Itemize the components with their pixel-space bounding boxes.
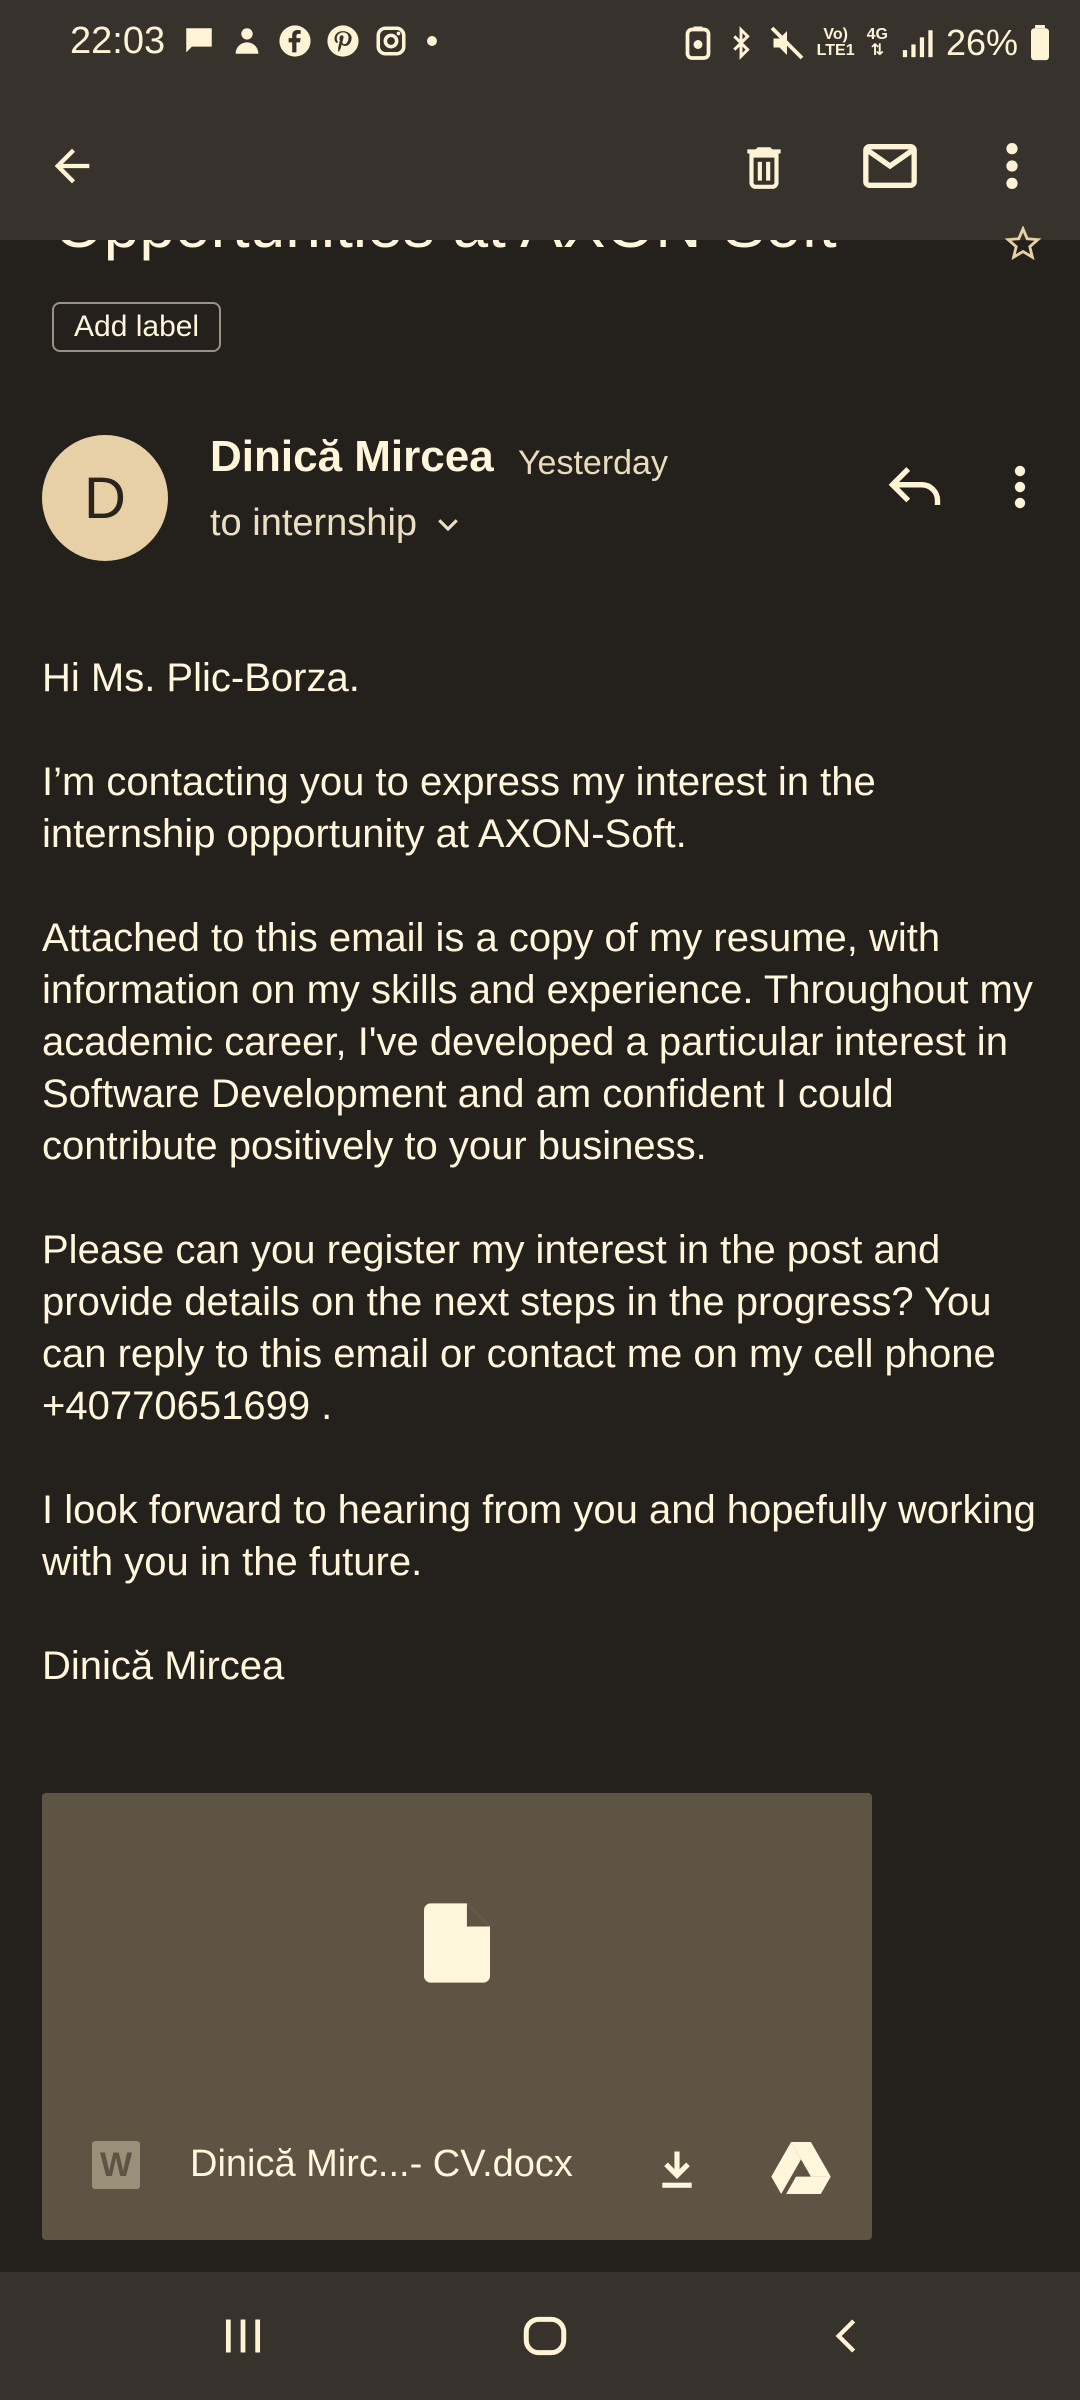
mute-icon <box>770 26 803 60</box>
chat-bubble-icon <box>186 28 212 53</box>
battery-percent: 26% <box>945 22 1018 63</box>
bluetooth-icon <box>732 26 750 60</box>
recents-button[interactable] <box>198 2296 288 2376</box>
more-vert-icon <box>1006 143 1018 189</box>
save-to-drive-button[interactable] <box>766 2133 836 2203</box>
app-bar <box>0 92 1080 240</box>
pinterest-icon <box>327 25 359 57</box>
instagram-icon <box>376 26 406 56</box>
message-more-button[interactable] <box>990 452 1050 522</box>
download-icon <box>662 2151 692 2188</box>
trash-icon <box>747 147 781 189</box>
email-body: Hi Ms. Plic-Borza. I’m contacting you to… <box>42 652 1042 1744</box>
reply-button[interactable] <box>880 452 950 522</box>
status-bar: 22:03 Vo) LTE1 4G ⇅ 26% <box>0 0 1080 92</box>
recipient-details-toggle[interactable]: to internship <box>210 502 463 545</box>
app-notification-icon <box>235 28 259 54</box>
recipient-label: to internship <box>210 502 418 544</box>
system-back-button[interactable] <box>802 2296 892 2376</box>
document-icon <box>424 1903 490 1983</box>
volte-indicator: Vo) LTE1 <box>816 26 855 59</box>
more-notifications-dot-icon <box>427 36 437 46</box>
recents-icon <box>225 2319 261 2353</box>
more-vert-icon <box>1014 465 1026 509</box>
download-button[interactable] <box>642 2133 712 2203</box>
star-button[interactable] <box>1002 225 1044 265</box>
signature: Dinică Mircea <box>42 1644 285 1688</box>
delete-button[interactable] <box>724 126 804 206</box>
word-file-icon: W <box>92 2141 140 2189</box>
sender-name: Dinică Mircea <box>210 432 494 481</box>
body-paragraph: Hi Ms. Plic-Borza. <box>42 656 360 700</box>
attachment-card[interactable]: W Dinică Mirc...- CV.docx <box>42 1793 872 2240</box>
body-paragraph: Please can you register my interest in t… <box>42 1228 996 1428</box>
status-time: 22:03 <box>70 20 166 62</box>
battery-icon <box>1031 25 1049 61</box>
body-paragraph: I look forward to hearing from you and h… <box>42 1488 1036 1584</box>
facebook-icon <box>279 25 311 57</box>
mail-icon <box>863 144 917 188</box>
home-button[interactable] <box>500 2296 590 2376</box>
body-paragraph: Attached to this email is a copy of my r… <box>42 916 1033 1168</box>
notification-icons <box>182 24 442 58</box>
back-button[interactable] <box>32 126 112 206</box>
reply-icon <box>888 467 941 505</box>
attachment-filename: Dinică Mirc...- CV.docx <box>190 2143 573 2185</box>
home-icon <box>523 2316 567 2356</box>
google-drive-icon <box>771 2142 831 2194</box>
system-icons: Vo) LTE1 4G ⇅ 26% <box>683 22 1050 64</box>
mark-unread-button[interactable] <box>850 126 930 206</box>
signal-icon <box>902 30 933 58</box>
back-arrow-icon <box>54 148 90 184</box>
data-saver-icon <box>685 26 711 60</box>
back-chevron-icon <box>835 2319 856 2353</box>
body-paragraph: I’m contacting you to express my interes… <box>42 760 876 856</box>
network-type-indicator: 4G ⇅ <box>866 26 888 59</box>
star-icon <box>1004 225 1042 261</box>
system-nav-bar <box>0 2272 1080 2400</box>
avatar[interactable]: D <box>42 435 168 561</box>
email-time: Yesterday <box>518 444 668 482</box>
chevron-down-icon <box>438 518 458 531</box>
more-options-button[interactable] <box>972 126 1052 206</box>
add-label-button[interactable]: Add label <box>52 302 222 352</box>
